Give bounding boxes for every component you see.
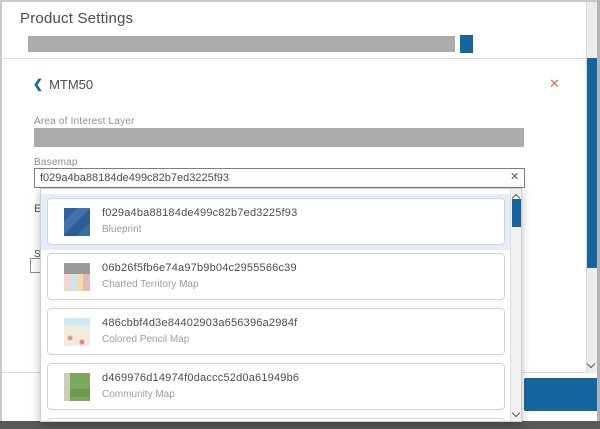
window-bottom-bar (0, 421, 600, 429)
product-settings-window: Product Settings ❮ MTM50 ✕ Area of Inter… (0, 0, 600, 429)
blueprint-map-thumbnail (64, 208, 90, 236)
primary-action-button[interactable] (524, 378, 600, 411)
dropdown-chevron-up-icon[interactable] (513, 192, 520, 199)
window-top-border (0, 0, 600, 2)
basemap-option-id: d469976d14974f0daccc52d0a61949b6 (102, 372, 299, 384)
basemap-option-community[interactable]: d469976d14974f0daccc52d0a61949b6 Communi… (47, 363, 505, 410)
back-label: MTM50 (49, 77, 93, 92)
page-title: Product Settings (20, 10, 133, 27)
blue-marker-chip (460, 35, 473, 53)
window-left-border (0, 0, 2, 429)
basemap-option-id: f029a4ba88184de499c82b7ed3225f93 (102, 207, 297, 219)
basemap-option-id: 486cbbf4d3e84402903a656396a2984f (102, 317, 297, 329)
basemap-option-name: Colored Pencil Map (102, 334, 189, 345)
scrollbar-chevron-down-icon[interactable] (588, 362, 595, 369)
basemap-option-blueprint[interactable]: f029a4ba88184de499c82b7ed3225f93 Bluepri… (47, 198, 505, 245)
charted-territory-map-thumbnail (64, 263, 90, 291)
basemap-dropdown-list: f029a4ba88184de499c82b7ed3225f93 Bluepri… (40, 188, 522, 422)
clear-input-icon[interactable]: ✕ (510, 172, 519, 183)
colored-pencil-map-thumbnail (64, 318, 90, 346)
community-map-thumbnail (64, 373, 90, 401)
header-divider (2, 58, 586, 59)
basemap-option-name: Blueprint (102, 224, 141, 235)
basemap-input[interactable] (34, 168, 525, 188)
dropdown-chevron-down-icon[interactable] (513, 411, 520, 418)
basemap-option-name: Charted Territory Map (102, 279, 199, 290)
close-icon[interactable]: ✕ (549, 77, 560, 90)
back-button[interactable]: ❮ MTM50 (33, 76, 93, 92)
basemap-option-partial[interactable] (47, 418, 505, 422)
chevron-left-icon: ❮ (33, 78, 43, 90)
area-of-interest-field-redacted[interactable] (34, 128, 524, 147)
basemap-label: Basemap (34, 157, 78, 168)
area-of-interest-label: Area of Interest Layer (34, 116, 135, 127)
basemap-option-name: Community Map (102, 389, 175, 400)
dropdown-scrollbar-thumb[interactable] (512, 199, 522, 227)
basemap-option-colored-pencil[interactable]: 486cbbf4d3e84402903a656396a2984f Colored… (47, 308, 505, 355)
redacted-subtitle-bar (28, 36, 455, 52)
basemap-option-id: 06b26f5fb6e74a97b9b04c2955566c39 (102, 262, 297, 274)
page-scrollbar-thumb[interactable] (587, 58, 597, 268)
basemap-option-charted-territory[interactable]: 06b26f5fb6e74a97b9b04c2955566c39 Charted… (47, 253, 505, 300)
